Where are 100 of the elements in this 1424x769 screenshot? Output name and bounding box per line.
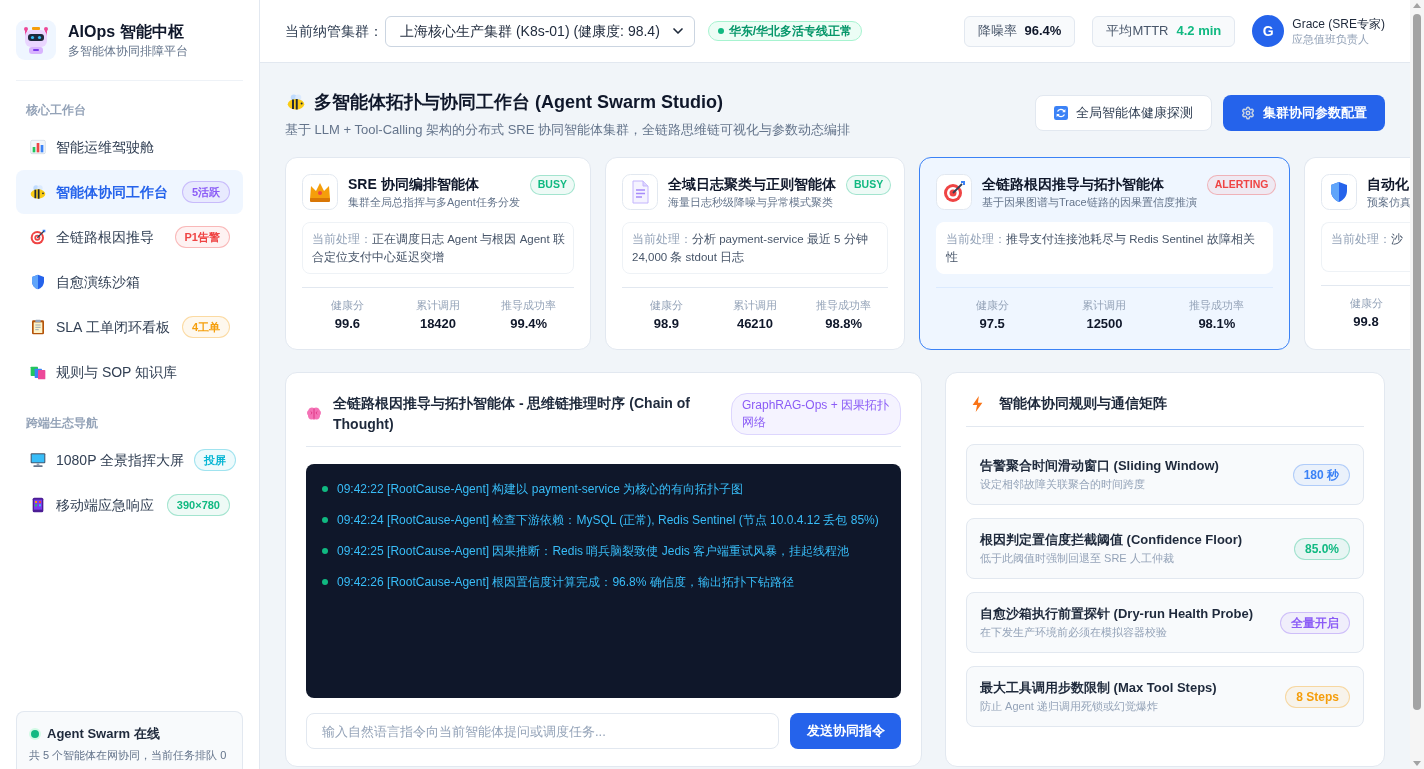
bee-icon — [30, 184, 46, 200]
rule-title: 告警聚合时间滑动窗口 (Sliding Window) — [980, 457, 1219, 475]
rule-title: 自愈沙箱执行前置探针 (Dry-run Health Probe) — [980, 605, 1253, 623]
target-icon — [936, 174, 972, 210]
scroll-down-arrow-icon — [1413, 761, 1421, 766]
task-text: 当前处理：沙 — [1331, 232, 1404, 247]
stat-label: 推导成功率 — [816, 298, 872, 313]
page-title: 多智能体拓扑与协同工作台 (Agent Swarm Studio) — [314, 91, 723, 114]
stat-label: 健康分 — [330, 298, 364, 313]
lightning-icon — [972, 395, 983, 412]
agent-name: SRE 协同编排智能体 — [348, 175, 480, 194]
refresh-icon — [1054, 106, 1068, 120]
nav-section-label: 核心工作台 — [25, 102, 87, 118]
agent-description: 基于因果图谱与Trace链路的因果置信度推演 — [982, 195, 1197, 210]
monitor-icon — [30, 452, 46, 468]
app-title: AIOps 智能中枢 — [68, 21, 185, 42]
status-dot-icon — [717, 28, 724, 34]
scrollbar[interactable] — [1410, 0, 1424, 769]
agent-name: 全链路根因推导与拓扑智能体 — [982, 175, 1165, 194]
rule-description: 防止 Agent 递归调用死锁或幻觉爆炸 — [980, 699, 1159, 714]
stat-value: 98.8% — [825, 315, 863, 333]
nav-item[interactable]: 智能运维驾驶舱 — [16, 125, 243, 169]
agent-card[interactable]: SRE 协同编排智能体 集群全局总指挥与多Agent任务分发 BUSY 当前处理：正在调度日志 Agent 与根因 Agent 联合定位支付中心延迟突增 健康分 99.6 累计调用 18420 推导成功率 99.4% — [285, 157, 591, 350]
agent-name: 全域日志聚类与正则智能体 — [668, 175, 836, 194]
health-check-button[interactable]: 全局智能体健康探测 — [1035, 95, 1212, 131]
rule-title: 最大工具调用步数限制 (Max Tool Steps) — [980, 679, 1217, 697]
stat-label: 健康分 — [975, 298, 1009, 313]
status-title: Agent Swarm 在线 — [47, 725, 160, 743]
stat-label: 推导成功率 — [501, 298, 557, 313]
settings-icon — [1241, 106, 1255, 120]
nav-section-label: 跨端生态导航 — [25, 415, 99, 431]
log-dot-icon — [322, 486, 328, 492]
books-icon — [30, 364, 46, 380]
user-role: 应急值班负责人 — [1292, 31, 1371, 47]
rule-title: 根因判定置信度拦截阈值 (Confidence Floor) — [980, 531, 1243, 549]
cluster-label: 当前纳管集群： — [285, 21, 383, 41]
brain-icon — [306, 406, 322, 422]
agent-description: 集群全局总指挥与多Agent任务分发 — [348, 195, 520, 210]
stat-label: 健康分 — [1349, 296, 1383, 311]
stat-label: 累计调用 — [416, 298, 460, 313]
agent-card[interactable]: 全域日志聚类与正则智能体 海量日志秒级降噪与异常模式聚类 BUSY 当前处理：分析 payment-service 最近 5 分钟 24,000 条 stdout 日志 健康分 98.9 累计调用 46210 推导成功率 98.8% — [605, 157, 905, 350]
panel-title: 全链路根因推导与拓扑智能体 - 思维链推理时序 (Chain of Thought) — [333, 394, 691, 434]
scrollbar-thumb[interactable] — [1413, 14, 1421, 710]
rule-description: 在下发生产环境前必须在模拟容器校验 — [980, 625, 1168, 640]
stat-value: 46210 — [736, 315, 774, 333]
agent-status-tag: BUSY — [846, 175, 892, 195]
nav-item[interactable]: 智能体协同工作台 5活跃 — [16, 170, 243, 214]
user-avatar[interactable]: G — [1252, 15, 1285, 47]
robot-logo-icon — [16, 20, 56, 60]
cluster-select[interactable]: 上海核心生产集群 (K8s-01) (健康度: 98.4) — [385, 15, 695, 47]
status-text: 共 5 个智能体在网协同，当前任务排队 0 — [29, 748, 228, 763]
nav-item[interactable]: 自愈演练沙箱 — [16, 260, 243, 304]
stat-value: 98.1% — [1198, 315, 1236, 333]
metric-value: 96.4% — [1024, 22, 1062, 41]
nav-tag: 390×780 — [166, 494, 230, 516]
command-input[interactable]: 输入自然语言指令向当前智能体提问或调度任务... — [306, 713, 779, 749]
nav-item[interactable]: 规则与 SOP 知识库 — [16, 350, 243, 394]
bee-icon — [287, 93, 305, 111]
task-text: 当前处理：分析 payment-service 最近 5 分钟 24,000 条 stdout 日志 — [632, 232, 869, 265]
config-button[interactable]: 集群协同参数配置 — [1223, 95, 1385, 131]
shield-icon — [30, 274, 46, 290]
send-button[interactable]: 发送协同指令 — [790, 713, 901, 749]
shield-icon — [1321, 174, 1357, 210]
nav-item[interactable]: 移动端应急响应 390×780 — [16, 483, 243, 527]
nav-tag: 投屏 — [194, 449, 237, 471]
metric-label: 平均MTTR — [1106, 22, 1169, 41]
stat-value: 12500 — [1086, 315, 1123, 333]
log-line: 09:42:22 [RootCause-Agent] 构建以 payment-service 为核心的有向拓扑子图 — [337, 481, 744, 498]
page-subtitle: 基于 LLM + Tool-Calling 架构的分布式 SRE 协同智能体集群，全链路思维链可视化与参数动态编排 — [285, 121, 850, 139]
stat-value: 99.6 — [334, 315, 360, 333]
log-line: 09:42:26 [RootCause-Agent] 根因置信度计算完成：96.8% 确信度，输出拓扑下钻路径 — [337, 574, 794, 591]
rule-description: 低于此阈值时强制回退至 SRE 人工仲裁 — [980, 551, 1175, 566]
agent-card[interactable]: 自动化 预案仿真 当前处理：沙 健康分 99.8 — [1304, 157, 1410, 350]
stat-label: 累计调用 — [733, 298, 777, 313]
log-dot-icon — [322, 517, 328, 523]
stat-value: 18420 — [419, 315, 457, 333]
user-name: Grace (SRE专家) — [1292, 15, 1385, 32]
log-dot-icon — [322, 579, 328, 585]
model-tag: GraphRAG-Ops + 因果拓扑网络 — [731, 393, 901, 435]
metric-label: 降噪率 — [977, 22, 1017, 41]
metric-value: 4.2 min — [1176, 22, 1222, 41]
stat-label: 推导成功率 — [1189, 298, 1245, 313]
rule-value-tag: 180 秒 — [1292, 463, 1350, 486]
nav-item[interactable]: SLA 工单闭环看板 4工单 — [16, 305, 243, 349]
stat-value: 97.5 — [979, 315, 1005, 333]
bar-chart-icon — [30, 139, 46, 155]
nav-item[interactable]: 1080P 全景指挥大屏 投屏 — [16, 438, 243, 482]
agent-status-tag: BUSY — [529, 175, 575, 195]
panel-title: 智能体协同规则与通信矩阵 — [999, 394, 1167, 413]
app-subtitle: 多智能体协同排障平台 — [68, 42, 188, 60]
agent-name: 自动化 — [1367, 175, 1410, 194]
document-icon — [622, 174, 658, 210]
agent-status-tag: ALERTING — [1206, 175, 1277, 195]
rule-description: 设定相邻故障关联聚合的时间跨度 — [980, 477, 1146, 492]
nav-item[interactable]: 全链路根因推导 P1告警 — [16, 215, 243, 259]
agent-card[interactable]: 全链路根因推导与拓扑智能体 基于因果图谱与Trace链路的因果置信度推演 ALERTING 当前处理：推导支付连接池耗尽与 Redis Sentinel 故障相关性 健康分 97.5 累计调用 12500 推导成功率 98.1% — [919, 157, 1290, 350]
clipboard-icon — [30, 319, 46, 335]
mobile-phone-icon — [30, 497, 46, 513]
log-dot-icon — [322, 548, 328, 554]
log-line: 09:42:25 [RootCause-Agent] 因果推断：Redis 哨兵脑裂致使 Jedis 客户端重试风暴，挂起线程池 — [337, 543, 850, 560]
